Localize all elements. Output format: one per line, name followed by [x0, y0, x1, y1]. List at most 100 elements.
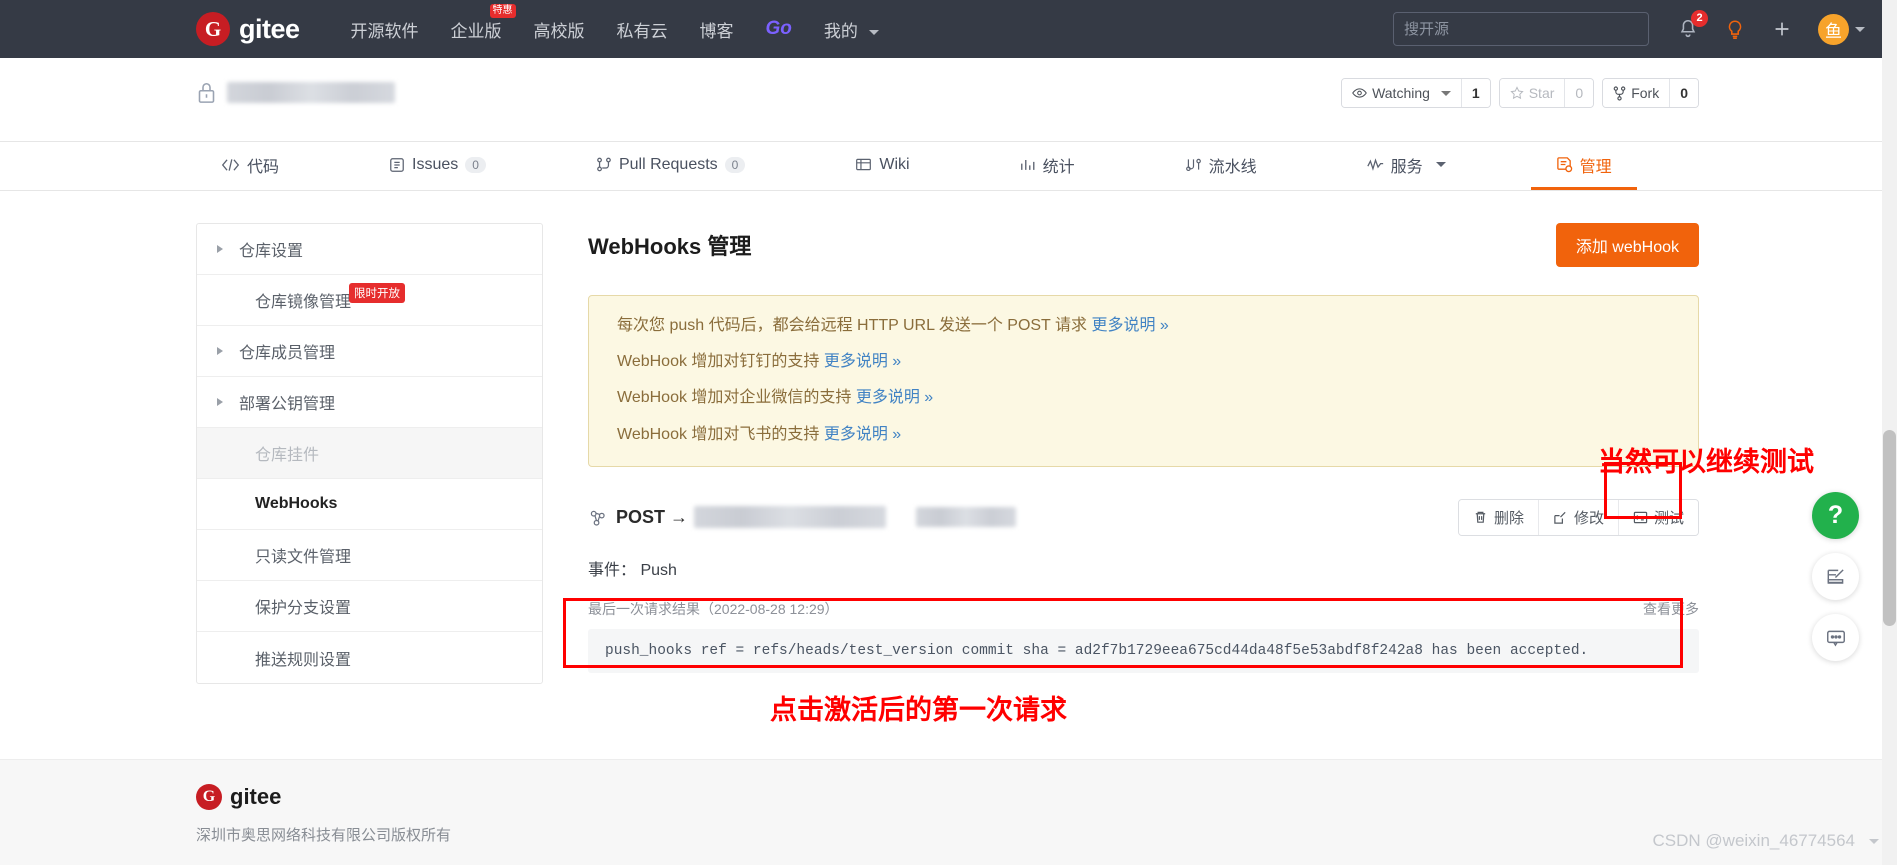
pull-request-icon: [597, 157, 611, 172]
fork-button-group[interactable]: Fork 0: [1602, 78, 1699, 108]
notice-line-4: WebHook 增加对飞书的支持 更多说明 »: [617, 423, 1670, 446]
search-input[interactable]: [1393, 12, 1649, 46]
annotation-text-top-right: 当然可以继续测试: [1598, 447, 1814, 477]
sidebar-item-repo-members[interactable]: 仓库成员管理: [197, 326, 542, 377]
sidebar-item-repo-widget: 仓库挂件: [197, 428, 542, 479]
main-content: WebHooks 管理 添加 webHook 每次您 push 代码后，都会给远…: [588, 223, 1699, 684]
chat-button[interactable]: [1812, 614, 1859, 661]
add-webhook-button[interactable]: 添加 webHook: [1555, 223, 1699, 267]
test-webhook-button[interactable]: 测试: [1618, 499, 1698, 535]
tab-code[interactable]: 代码: [196, 142, 304, 190]
gitee-logo-icon: G: [196, 784, 222, 810]
watch-button[interactable]: Watching: [1342, 79, 1461, 107]
tab-services[interactable]: 服务: [1342, 142, 1471, 190]
repository-tab-bar: 代码 Issues 0 Pull Requests 0 Wiki 统计 流水线: [0, 142, 1897, 191]
watch-button-group[interactable]: Watching 1: [1341, 78, 1491, 108]
footer-logo[interactable]: G gitee: [196, 784, 1897, 810]
trash-icon: [1475, 511, 1486, 523]
tab-pipeline[interactable]: 流水线: [1160, 142, 1282, 190]
tab-label: Pull Requests: [618, 155, 718, 173]
pipeline-icon: [1185, 158, 1201, 172]
webhook-event-line: 事件： Push: [588, 556, 1699, 580]
notice-text: WebHook 增加对飞书的支持: [617, 425, 824, 443]
pull-requests-count: 0: [724, 156, 746, 173]
button-label: 测试: [1653, 509, 1684, 527]
sidebar-item-protected-branches[interactable]: 保护分支设置: [197, 581, 542, 632]
feedback-button[interactable]: [1812, 553, 1859, 600]
help-button[interactable]: ?: [1812, 492, 1859, 539]
more-info-link[interactable]: 更多说明 »: [856, 389, 933, 406]
idea-bulb-icon[interactable]: [1724, 18, 1746, 41]
nav-item-campus[interactable]: 高校版: [518, 17, 601, 42]
gitee-logo[interactable]: G gitee: [196, 12, 300, 46]
more-info-link[interactable]: 更多说明 »: [824, 426, 901, 443]
nav-item-enterprise[interactable]: 特惠 企业版: [435, 3, 518, 42]
user-avatar-menu[interactable]: 鱼: [1818, 13, 1865, 45]
notification-count-badge: 2: [1691, 10, 1708, 27]
sidebar-item-label: 仓库设置: [239, 243, 304, 260]
tab-statistics[interactable]: 统计: [995, 142, 1100, 190]
statistics-icon: [1020, 160, 1035, 170]
watch-label: Watching: [1372, 85, 1430, 101]
webhook-entry-row: POST → 删除 修改 测试: [588, 498, 1699, 536]
page-title: WebHooks 管理: [588, 234, 752, 259]
wiki-icon: [856, 158, 872, 171]
help-icon: ?: [1827, 501, 1844, 529]
chevron-down-icon: [868, 29, 879, 35]
nav-item-opensource[interactable]: 开源软件: [335, 17, 435, 42]
tab-wiki[interactable]: Wiki: [830, 142, 934, 190]
notice-line-2: WebHook 增加对钉钉的支持 更多说明 »: [617, 350, 1670, 373]
nav-item-private-cloud[interactable]: 私有云: [601, 17, 684, 42]
webhook-info-notice: 每次您 push 代码后，都会给远程 HTTP URL 发送一个 POST 请求…: [588, 295, 1699, 467]
repository-header: Watching 1 Star 0 Fork 0: [0, 58, 1897, 142]
repository-name-redacted: [227, 82, 395, 103]
sidebar-item-repo-settings[interactable]: 仓库设置: [197, 224, 542, 275]
nav-item-blog[interactable]: 博客: [684, 17, 750, 42]
tab-issues[interactable]: Issues 0: [364, 142, 511, 190]
nav-item-go[interactable]: Go: [750, 18, 808, 40]
edit-webhook-button[interactable]: 修改: [1538, 499, 1619, 535]
button-label: 修改: [1573, 509, 1604, 527]
page-scrollbar[interactable]: [1882, 0, 1897, 865]
tab-manage[interactable]: 管理: [1530, 142, 1637, 190]
settings-sidebar: 仓库设置 仓库镜像管理 限时开放 仓库成员管理 部署公钥管理 仓库挂件 WebH…: [196, 223, 543, 684]
more-info-link[interactable]: 更多说明 »: [824, 353, 901, 370]
nav-item-mine[interactable]: 我的: [808, 17, 895, 42]
tab-pull-requests[interactable]: Pull Requests 0: [571, 142, 770, 190]
gitee-logo-text: gitee: [239, 13, 300, 44]
nav-label: 私有云: [616, 21, 668, 41]
delete-webhook-button[interactable]: 删除: [1458, 499, 1539, 535]
star-button-group[interactable]: Star 0: [1498, 78, 1595, 108]
sidebar-item-label: 推送规则设置: [255, 651, 352, 669]
notification-bell-icon[interactable]: 2: [1677, 10, 1708, 40]
view-more-link[interactable]: 查看更多: [1643, 599, 1699, 619]
add-new-icon[interactable]: [1771, 18, 1793, 40]
edit-icon: [1554, 511, 1566, 524]
triangle-right-icon: [217, 398, 223, 406]
lock-icon: [198, 82, 215, 103]
star-label: Star: [1528, 85, 1555, 101]
fork-icon: [1613, 85, 1626, 101]
content-header: WebHooks 管理 添加 webHook: [588, 223, 1699, 267]
chevron-down-icon: [1435, 162, 1446, 167]
star-count: 0: [1564, 79, 1594, 107]
sidebar-item-repo-mirror[interactable]: 仓库镜像管理 限时开放: [197, 275, 542, 326]
sidebar-item-webhooks[interactable]: WebHooks: [197, 479, 542, 530]
scrollbar-thumb[interactable]: [1883, 430, 1896, 626]
sidebar-item-push-rules[interactable]: 推送规则设置: [197, 632, 542, 683]
webhook-action-buttons: 删除 修改 测试: [1457, 498, 1699, 536]
fork-button[interactable]: Fork: [1603, 79, 1670, 107]
sidebar-item-label: 只读文件管理: [255, 549, 352, 566]
gitee-logo-icon: G: [196, 12, 230, 46]
sidebar-item-label: 仓库挂件: [255, 447, 320, 464]
event-label: 事件：: [588, 561, 637, 579]
webhook-url-redacted: [694, 506, 887, 529]
more-info-link[interactable]: 更多说明 »: [1091, 317, 1168, 334]
star-button[interactable]: Star: [1499, 79, 1565, 107]
sidebar-item-readonly-files[interactable]: 只读文件管理: [197, 530, 542, 581]
webhook-method-label: POST →: [616, 506, 689, 527]
chevron-down-icon: [1869, 838, 1879, 844]
notice-text: WebHook 增加对钉钉的支持: [617, 353, 824, 371]
sidebar-item-deploy-keys[interactable]: 部署公钥管理: [197, 377, 542, 428]
sidebar-item-label: 保护分支设置: [255, 600, 352, 617]
